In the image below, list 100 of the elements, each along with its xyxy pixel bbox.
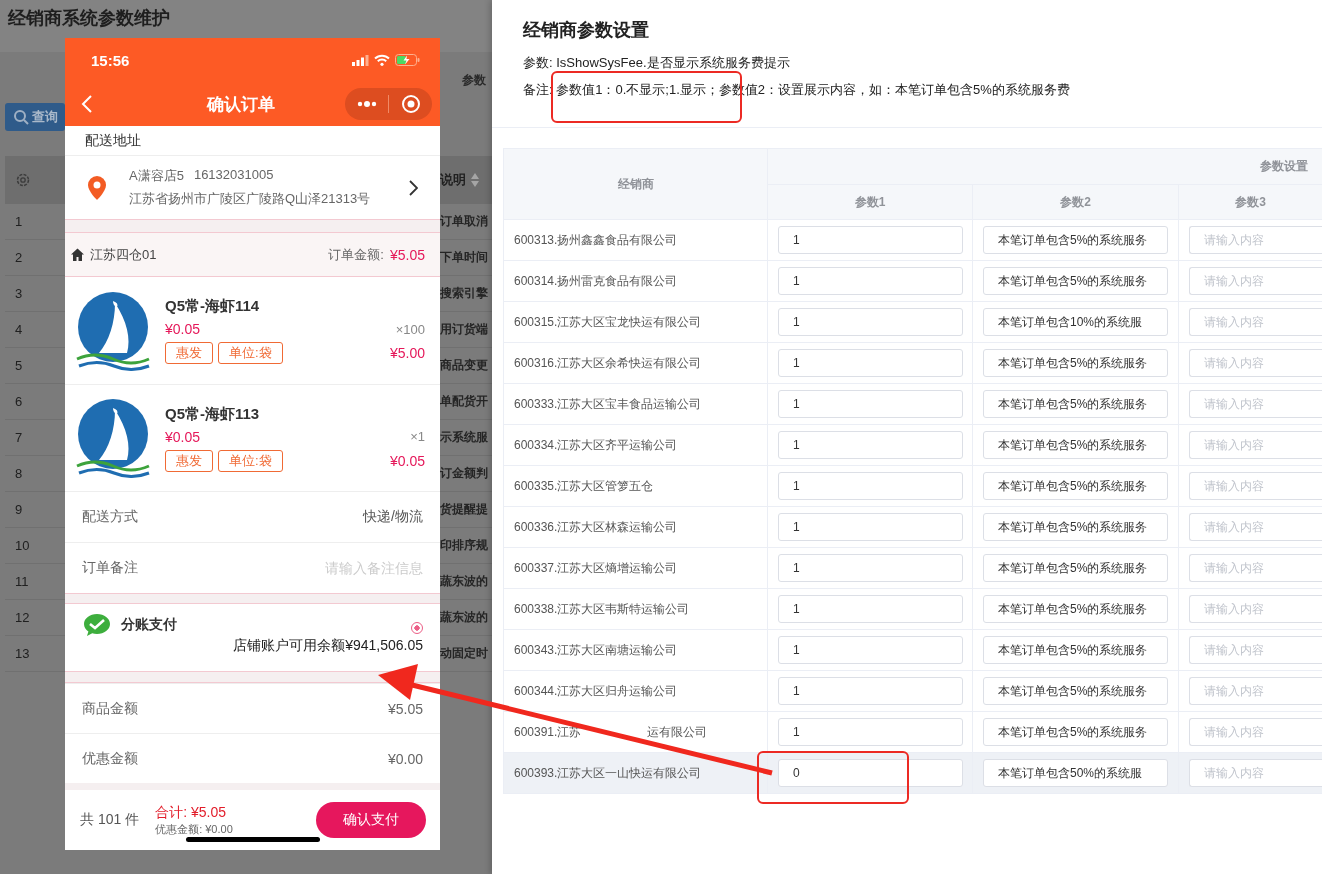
text-input[interactable]: 1 <box>778 226 963 254</box>
field-value: 快递/物流 <box>363 508 423 526</box>
text-input[interactable]: 1 <box>778 677 963 705</box>
product-tag: 惠发 <box>165 342 213 364</box>
text-input[interactable]: 1 <box>778 472 963 500</box>
table-row[interactable]: 600333.江苏大区宝丰食品运输公司 1 本笔订单包含5%的系统服务 请输入内容 <box>504 384 1322 425</box>
text-input[interactable]: 1 <box>778 308 963 336</box>
drawer-title: 经销商参数设置 <box>521 19 650 42</box>
text-input[interactable]: 本笔订单包含10%的系统服 <box>983 308 1168 336</box>
text-input[interactable]: 请输入内容 <box>1189 267 1322 295</box>
text-input[interactable]: 本笔订单包含5%的系统服务 <box>983 267 1168 295</box>
table-row[interactable]: 600337.江苏大区熵增运输公司 1 本笔订单包含5%的系统服务 请输入内容 <box>504 548 1322 589</box>
product-price: ¥0.05 <box>165 428 201 445</box>
text-input[interactable]: 请输入内容 <box>1189 595 1322 623</box>
field-label: 配送方式 <box>82 508 138 526</box>
confirm-pay-button[interactable]: 确认支付 <box>316 802 426 838</box>
dealer-name: 600393.江苏大区一山快运有限公司 <box>514 764 702 782</box>
text-input[interactable]: 本笔订单包含5%的系统服务 <box>983 595 1168 623</box>
order-total-label: 订单金额: <box>328 245 384 264</box>
text-input[interactable]: 1 <box>778 718 963 746</box>
text-input[interactable]: 请输入内容 <box>1189 390 1322 418</box>
table-row[interactable]: 600315.江苏大区宝龙快运有限公司 1 本笔订单包含10%的系统服 请输入内容 <box>504 302 1322 343</box>
text-input[interactable]: 本笔订单包含5%的系统服务 <box>983 554 1168 582</box>
table-row[interactable]: 600334.江苏大区齐平运输公司 1 本笔订单包含5%的系统服务 请输入内容 <box>504 425 1322 466</box>
column-header: 参数设置 <box>1260 158 1308 175</box>
dealer-name: 600335.江苏大区管箩五仓 <box>514 477 654 495</box>
wifi-icon <box>374 54 390 66</box>
text-input[interactable]: 请输入内容 <box>1189 759 1322 787</box>
text-input[interactable]: 请输入内容 <box>1189 308 1322 336</box>
text-input[interactable]: 1 <box>778 554 963 582</box>
table-row[interactable]: 600343.江苏大区南塘运输公司 1 本笔订单包含5%的系统服务 请输入内容 <box>504 630 1322 671</box>
text-input[interactable]: 本笔订单包含5%的系统服务 <box>983 472 1168 500</box>
table-row[interactable]: 600391.江苏 运有限公司 1 本笔订单包含5%的系统服务 请输入内容 <box>504 712 1322 753</box>
text-input[interactable]: 请输入内容 <box>1189 349 1322 377</box>
total-amount: 合计: ¥5.05 <box>155 803 227 822</box>
radio-button[interactable] <box>411 622 423 634</box>
text-input[interactable]: 本笔订单包含50%的系统服 <box>983 759 1168 787</box>
quantity: ×100 <box>395 321 425 337</box>
address-row[interactable]: A潇容店5 16132031005 江苏省扬州市广陵区广陵路Q山泽21313号 <box>65 156 440 220</box>
table-row[interactable]: 600335.江苏大区管箩五仓 1 本笔订单包含5%的系统服务 请输入内容 <box>504 466 1322 507</box>
table-cell: 订金额判 <box>440 465 488 482</box>
text-input[interactable]: 1 <box>778 513 963 541</box>
item-count: 共 101 件 <box>80 811 140 829</box>
location-pin-icon <box>86 174 108 201</box>
text-input[interactable]: 1 <box>778 267 963 295</box>
field-label: 订单备注 <box>82 559 138 577</box>
text-input[interactable]: 本笔订单包含5%的系统服务 <box>983 349 1168 377</box>
order-total-value: ¥5.05 <box>389 246 425 263</box>
dealer-name: 600391.江苏 <box>514 723 582 741</box>
table-row[interactable]: 600316.江苏大区余希快运有限公司 1 本笔订单包含5%的系统服务 请输入内容 <box>504 343 1322 384</box>
text-input[interactable]: 请输入内容 <box>1189 677 1322 705</box>
text-input[interactable]: 本笔订单包含5%的系统服务 <box>983 513 1168 541</box>
search-icon <box>13 109 29 125</box>
dealer-name: 600315.江苏大区宝龙快运有限公司 <box>514 313 702 331</box>
address-text: 江苏省扬州市广陵区广陵路Q山泽21313号 <box>129 190 372 208</box>
row-index: 13 <box>15 646 30 661</box>
text-input[interactable]: 请输入内容 <box>1189 718 1322 746</box>
discount-amount: 优惠金额: ¥0.00 <box>155 821 234 837</box>
text-input[interactable]: 本笔订单包含5%的系统服务 <box>983 636 1168 664</box>
text-input[interactable]: 1 <box>778 431 963 459</box>
table-row[interactable]: 600336.江苏大区林森运输公司 1 本笔订单包含5%的系统服务 请输入内容 <box>504 507 1322 548</box>
text-input[interactable]: 请输入内容 <box>1189 513 1322 541</box>
text-input[interactable]: 本笔订单包含5%的系统服务 <box>983 226 1168 254</box>
product-price: ¥0.05 <box>165 321 201 337</box>
text-input[interactable]: 本笔订单包含5%的系统服务 <box>983 718 1168 746</box>
product-tag: 单位:袋 <box>218 449 283 472</box>
section-label: 参数 <box>462 72 487 89</box>
text-input[interactable]: 1 <box>778 390 963 418</box>
summary-label: 商品金额 <box>82 699 138 718</box>
row-index: 3 <box>15 286 23 301</box>
table-cell: 蔬东波的 <box>440 573 488 590</box>
row-index: 12 <box>15 610 30 625</box>
table-row[interactable]: 600314.扬州雷克食品有限公司 1 本笔订单包含5%的系统服务 请输入内容 <box>504 261 1322 302</box>
text-input[interactable]: 请输入内容 <box>1189 431 1322 459</box>
text-input[interactable]: 本笔订单包含5%的系统服务 <box>983 390 1168 418</box>
text-input[interactable]: 1 <box>778 349 963 377</box>
table-cell: 货提醒提 <box>440 501 488 518</box>
column-header: 说明 <box>440 171 466 189</box>
row-index: 7 <box>15 430 23 445</box>
dealer-name: 600344.江苏大区归舟运输公司 <box>514 682 678 700</box>
subtotal: ¥5.00 <box>389 345 425 361</box>
back-icon <box>81 94 93 114</box>
text-input[interactable]: 请输入内容 <box>1189 226 1322 254</box>
table-row[interactable]: 600393.江苏大区一山快运有限公司 0 本笔订单包含50%的系统服 请输入内容 <box>504 753 1322 794</box>
contact-phone: 16132031005 <box>193 167 274 184</box>
text-input[interactable]: 1 <box>778 595 963 623</box>
dealer-name: 600334.江苏大区齐平运输公司 <box>514 436 678 454</box>
text-input[interactable]: 请输入内容 <box>1189 554 1322 582</box>
text-input[interactable]: 本笔订单包含5%的系统服务 <box>983 677 1168 705</box>
nav-title: 确认订单 <box>205 93 276 116</box>
store-name: 江苏四仓01 <box>90 245 158 264</box>
text-input[interactable]: 本笔订单包含5%的系统服务 <box>983 431 1168 459</box>
text-input[interactable]: 0 <box>778 759 963 787</box>
text-input[interactable]: 请输入内容 <box>1189 472 1322 500</box>
table-row[interactable]: 600338.江苏大区韦斯特运输公司 1 本笔订单包含5%的系统服务 请输入内容 <box>504 589 1322 630</box>
text-input[interactable]: 请输入内容 <box>1189 636 1322 664</box>
text-input[interactable]: 1 <box>778 636 963 664</box>
table-row[interactable]: 600344.江苏大区归舟运输公司 1 本笔订单包含5%的系统服务 请输入内容 <box>504 671 1322 712</box>
table-row[interactable]: 600313.扬州鑫鑫食品有限公司 1 本笔订单包含5%的系统服务 请输入内容 <box>504 220 1322 261</box>
close-icon <box>400 94 421 114</box>
